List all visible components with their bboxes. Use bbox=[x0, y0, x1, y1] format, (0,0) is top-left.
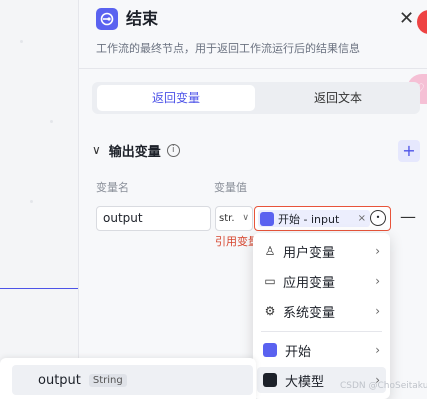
menu-item-label: 系统变量 bbox=[283, 305, 336, 321]
start-node-icon bbox=[260, 211, 274, 226]
grid-dot bbox=[30, 200, 33, 203]
gear-icon: ⚙ bbox=[264, 304, 276, 318]
reference-text: 开始 - input bbox=[278, 212, 340, 226]
submenu-item-output[interactable]: output String bbox=[12, 365, 253, 395]
menu-item-label: 大模型 bbox=[285, 374, 325, 390]
section-title: 输出变量 bbox=[108, 144, 161, 160]
remove-row-button[interactable]: — bbox=[400, 207, 416, 226]
tab-return-text[interactable]: 返回文本 bbox=[260, 85, 416, 111]
header-divider bbox=[78, 68, 427, 69]
folder-icon: ▭ bbox=[264, 274, 276, 288]
variable-name-input[interactable]: output bbox=[96, 206, 211, 231]
chevron-right-icon: › bbox=[375, 244, 380, 258]
type-badge: String bbox=[88, 373, 127, 387]
start-node-icon bbox=[263, 343, 277, 357]
return-mode-tabs: 返回变量 返回文本 bbox=[92, 82, 420, 114]
tab-return-variables[interactable]: 返回变量 bbox=[97, 85, 255, 111]
column-label-value: 变量值 bbox=[214, 181, 247, 194]
menu-item-app-variables[interactable]: ▭ 应用变量 › bbox=[257, 268, 386, 294]
panel-subtitle: 工作流的最终节点，用于返回工作流运行后的结果信息 bbox=[96, 42, 360, 55]
column-label-name: 变量名 bbox=[96, 181, 129, 194]
info-icon[interactable]: i bbox=[166, 143, 180, 157]
add-variable-button[interactable]: + bbox=[398, 140, 420, 162]
menu-item-label: 用户变量 bbox=[283, 245, 336, 261]
clear-reference-icon[interactable]: × bbox=[358, 213, 366, 224]
panel-title: 结束 bbox=[126, 9, 159, 28]
variable-source-dropdown: ♙ 用户变量 › ▭ 应用变量 › ⚙ 系统变量 › 开始 › 大模型 › bbox=[253, 233, 390, 399]
user-icon: ♙ bbox=[264, 244, 276, 258]
menu-item-user-variables[interactable]: ♙ 用户变量 › bbox=[257, 238, 386, 264]
grid-dot bbox=[20, 40, 23, 43]
type-value: str. bbox=[219, 213, 235, 224]
chevron-down-icon[interactable]: ∨ bbox=[92, 143, 101, 157]
workflow-canvas[interactable] bbox=[0, 0, 80, 399]
menu-item-label: 应用变量 bbox=[283, 275, 336, 291]
grid-dot bbox=[50, 120, 53, 123]
close-icon[interactable]: ✕ bbox=[399, 9, 414, 29]
menu-divider bbox=[261, 331, 382, 332]
connection-line bbox=[0, 288, 78, 289]
chevron-right-icon: › bbox=[375, 343, 380, 357]
submenu-item-name: output bbox=[38, 372, 81, 388]
target-icon[interactable]: • bbox=[370, 210, 386, 226]
chevron-down-icon: ∨ bbox=[242, 213, 249, 223]
reference-tag: 开始 - input × bbox=[258, 210, 370, 227]
end-node-icon bbox=[96, 8, 118, 30]
menu-item-start-node[interactable]: 开始 › bbox=[257, 337, 386, 363]
output-section-header[interactable]: ∨ 输出变量 i bbox=[92, 140, 180, 160]
menu-item-label: 开始 bbox=[285, 344, 312, 360]
watermark: CSDN @ChoSeitaku bbox=[340, 381, 427, 391]
variable-type-select[interactable]: str. ∨ bbox=[215, 206, 253, 231]
chevron-right-icon: › bbox=[375, 304, 380, 318]
menu-item-system-variables[interactable]: ⚙ 系统变量 › bbox=[257, 298, 386, 324]
variable-reference-field[interactable]: 开始 - input × • bbox=[254, 206, 391, 231]
chevron-right-icon: › bbox=[375, 274, 380, 288]
llm-node-icon bbox=[263, 373, 277, 387]
